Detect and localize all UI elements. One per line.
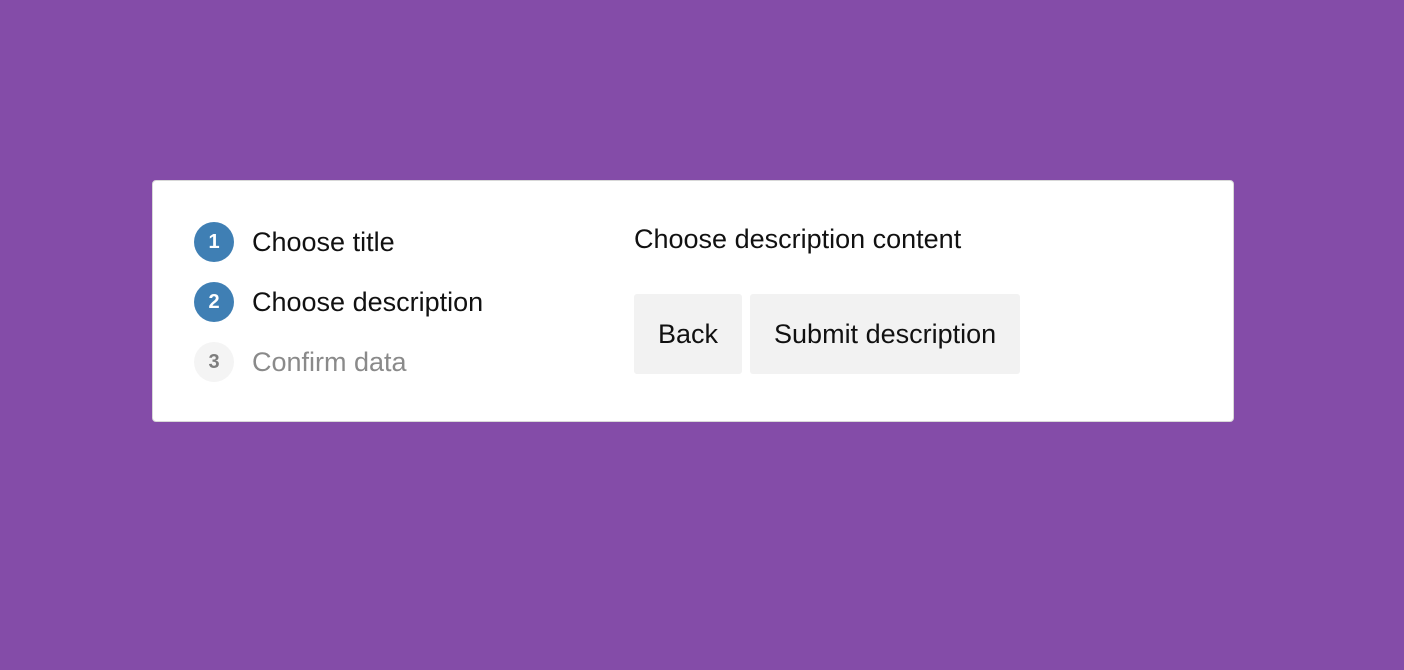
step-choose-description: 2 Choose description [194, 282, 483, 322]
step-label: Choose description [252, 286, 484, 317]
step-number-badge: 2 [194, 282, 234, 322]
step-content: Choose description content Back Submit d… [634, 221, 1021, 374]
submit-description-button[interactable]: Submit description [750, 294, 1021, 374]
back-button[interactable]: Back [634, 294, 743, 374]
step-label: Choose title [252, 226, 395, 257]
step-content-heading: Choose description content [634, 224, 962, 254]
step-label: Confirm data [252, 346, 407, 377]
page-background: { "colors": { "background": "#844ca8", "… [0, 0, 1404, 670]
wizard-card: 1 Choose title 2 Choose description 3 Co… [152, 180, 1234, 422]
step-number-badge: 3 [194, 342, 234, 382]
step-list: 1 Choose title 2 Choose description 3 Co… [194, 222, 483, 382]
step-actions: Back Submit description [634, 294, 1021, 374]
step-confirm-data: 3 Confirm data [194, 342, 483, 382]
step-number-badge: 1 [194, 222, 234, 262]
step-choose-title: 1 Choose title [194, 222, 483, 262]
